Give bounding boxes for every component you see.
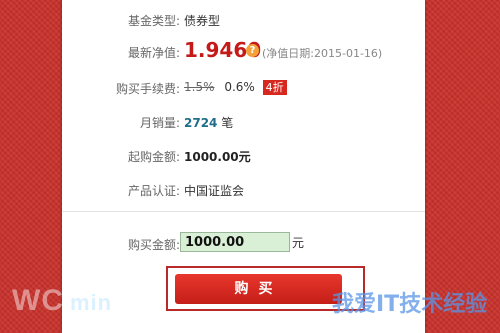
monthly-sales-row: 月销量: 2724 笔 [62, 110, 425, 134]
monthly-sales-unit: 笔 [221, 116, 234, 130]
certification-value: 中国证监会 [184, 184, 245, 198]
monthly-sales-label: 月销量: [139, 116, 180, 130]
min-amount-row: 起购金额: 1000.00元 [62, 144, 425, 168]
watermark-left-text: WC [12, 284, 64, 317]
purchase-amount-input[interactable]: 1000.00 [180, 232, 290, 252]
watermark-left-suffix: min [69, 290, 113, 315]
fund-detail-panel: 基金类型: 债券型 最新净值: 1.9460 ? (净值日期:2015-01-1… [62, 0, 425, 333]
question-mark-circle-icon[interactable]: ? [246, 44, 259, 57]
nav-date: (净值日期:2015-01-16) [262, 47, 383, 60]
fee-original: 1.5% [184, 80, 215, 94]
buy-button[interactable]: 购买 [175, 274, 342, 304]
monthly-sales-values: 2724 笔 [184, 114, 233, 131]
fund-type-label: 基金类型: [127, 14, 180, 28]
divider [62, 211, 425, 212]
certification-label: 产品认证: [127, 184, 180, 198]
purchase-amount-unit: 元 [292, 236, 305, 250]
fund-type-row: 基金类型: 债券型 [62, 8, 425, 32]
fee-row: 购买手续费: 1.5% 0.6% 4折 [62, 76, 425, 100]
nav-label: 最新净值: [127, 46, 180, 60]
purchase-amount-label: 购买金额: [127, 238, 180, 252]
min-amount-label: 起购金额: [127, 150, 180, 164]
fee-values: 1.5% 0.6% 4折 [184, 80, 287, 95]
nav-row: 最新净值: 1.9460 ? (净值日期:2015-01-16) [62, 38, 425, 64]
fee-label: 购买手续费: [115, 82, 180, 96]
min-amount-value: 1000.00元 [184, 150, 251, 164]
fee-current: 0.6% [224, 80, 255, 94]
monthly-sales-value: 2724 [184, 116, 218, 130]
watermark-logo-left: WC min [12, 284, 112, 318]
watermark-url: jingyan.baidu.com [352, 313, 425, 323]
certification-row: 产品认证: 中国证监会 [62, 178, 425, 202]
fee-discount-badge: 4折 [262, 80, 287, 95]
fund-type-value: 债券型 [184, 14, 221, 28]
